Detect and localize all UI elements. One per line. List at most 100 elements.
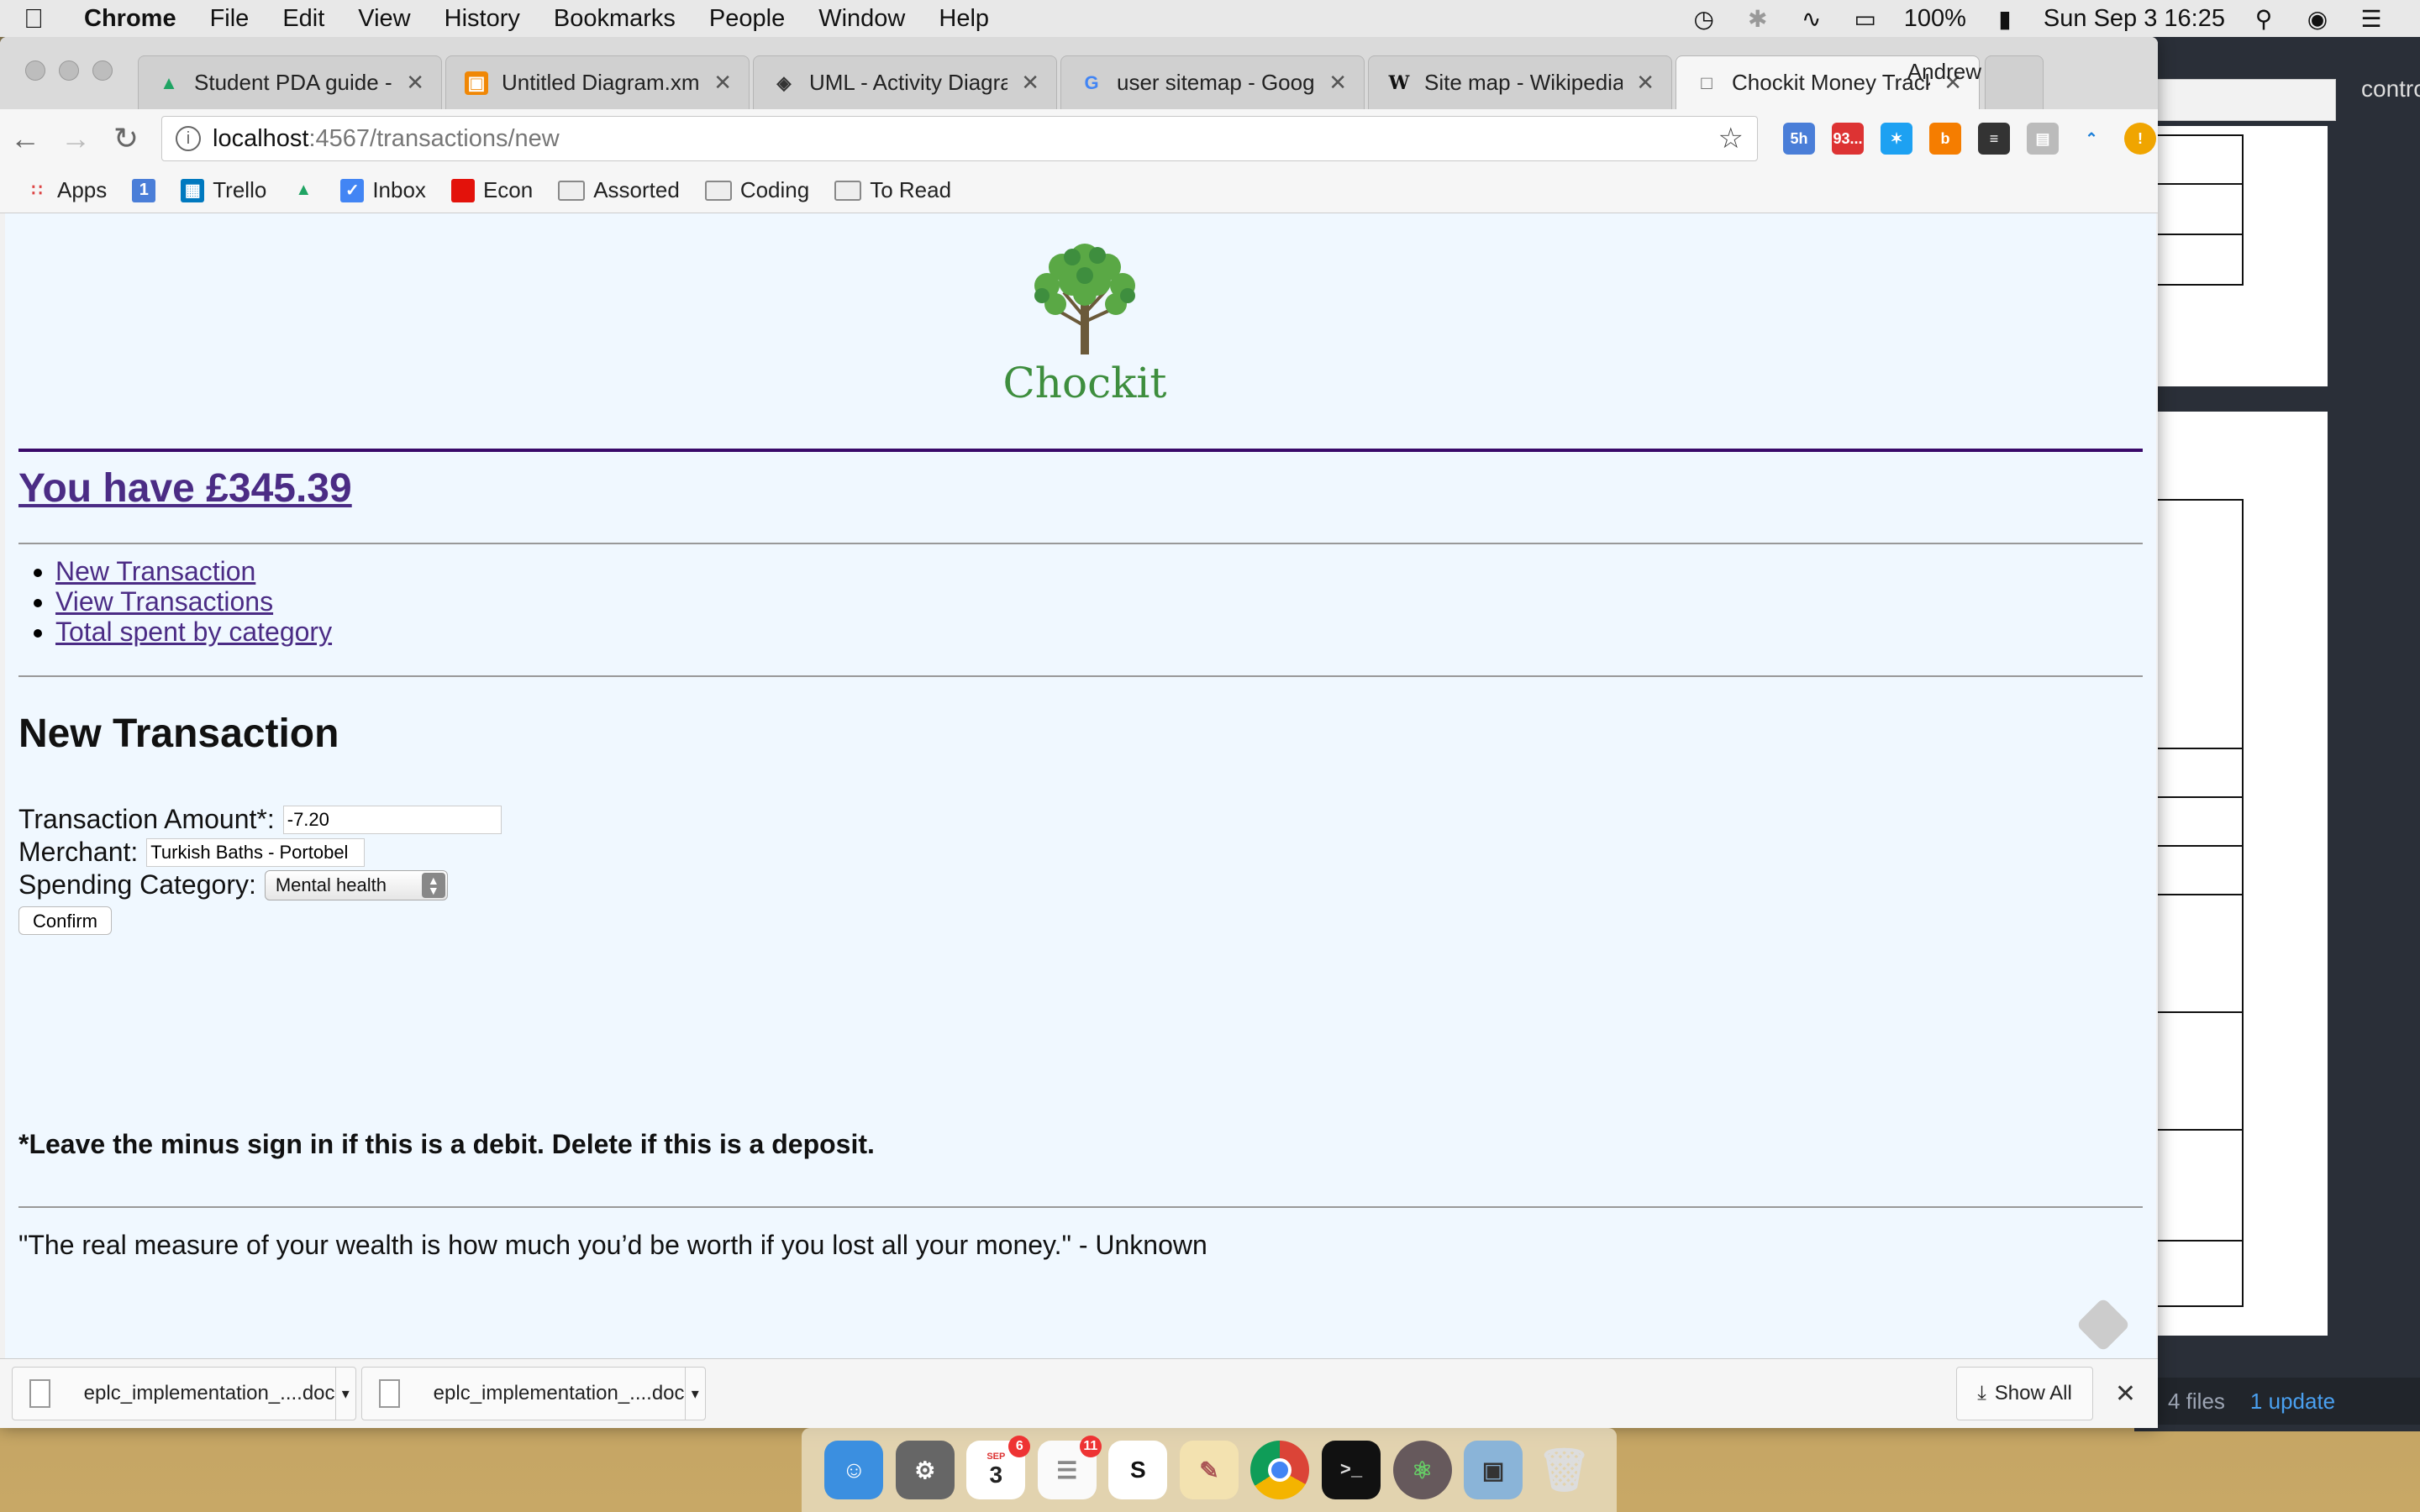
spotlight-icon[interactable]: ⚲: [2249, 6, 2279, 32]
bookmark-apps[interactable]: ∷ Apps: [25, 177, 108, 203]
menubar-status-area: ◷ ✱ ∿ ▭ 100% ▮ Sun Sep 3 16:25 ⚲ ◉ ☰: [1689, 5, 2420, 33]
tab-student-pda-guide[interactable]: ▲ Student PDA guide - G ✕: [138, 55, 442, 109]
tab-uml-activity-diagram[interactable]: ◈ UML - Activity Diagram ✕: [753, 55, 1057, 109]
new-tab-button[interactable]: [1985, 55, 2044, 109]
notification-center-icon[interactable]: ☰: [2356, 6, 2386, 32]
calendar-extension-icon[interactable]: 5h: [1783, 123, 1815, 155]
system-preferences-icon[interactable]: ⚙: [895, 1441, 955, 1499]
close-tab-icon[interactable]: ✕: [1021, 70, 1039, 96]
finder-icon[interactable]: ☺: [824, 1441, 884, 1499]
editor-update-notice[interactable]: 1 update: [2250, 1389, 2335, 1415]
trash-icon[interactable]: 🗑: [1535, 1441, 1594, 1499]
twitter-icon[interactable]: ✶: [1881, 123, 1912, 155]
menu-view[interactable]: View: [341, 5, 427, 33]
blogger-icon[interactable]: b: [1929, 123, 1961, 155]
clock[interactable]: Sun Sep 3 16:25: [2044, 5, 2225, 33]
wifi-icon[interactable]: ∿: [1797, 6, 1827, 32]
bookmark-folder-to-read[interactable]: To Read: [834, 177, 951, 203]
download-shelf: eplc_implementation_....doc ▾ eplc_imple…: [0, 1358, 2158, 1428]
terminal-icon[interactable]: >_: [1321, 1441, 1381, 1499]
apple-icon[interactable]: : [0, 3, 67, 34]
reload-icon[interactable]: ↻: [101, 121, 151, 156]
url-path: :4567/transactions/new: [308, 124, 560, 152]
show-all-label: Show All: [1994, 1382, 2072, 1404]
show-all-button[interactable]: ⤓ Show All: [1956, 1367, 2093, 1420]
menu-app-name[interactable]: Chrome: [67, 5, 193, 33]
calendar-day: 3: [989, 1462, 1003, 1488]
airplay-icon[interactable]: ▭: [1850, 6, 1881, 32]
menu-bookmarks[interactable]: Bookmarks: [537, 5, 692, 33]
back-arrow-icon[interactable]: ←: [0, 121, 50, 156]
gmail-extension-icon[interactable]: 93...: [1832, 123, 1864, 155]
tab-site-map-wikipedia[interactable]: W Site map - Wikipedia ✕: [1368, 55, 1672, 109]
bookmark-econ[interactable]: Econ: [450, 177, 533, 203]
category-select[interactable]: Mental health ▲ ▼: [264, 869, 448, 900]
confirm-button[interactable]: Confirm: [18, 906, 113, 935]
bookmark-star-icon[interactable]: ☆: [1718, 122, 1744, 155]
download-item[interactable]: eplc_implementation_....doc ▾: [361, 1367, 706, 1420]
arc-extension-icon[interactable]: ⌃: [2075, 123, 2107, 155]
profile-name[interactable]: Andrew: [1907, 59, 1981, 85]
close-tab-icon[interactable]: ✕: [406, 70, 424, 96]
chevron-down-icon[interactable]: ▾: [684, 1368, 705, 1420]
editor-file-count[interactable]: 4 files: [2168, 1389, 2225, 1415]
battery-icon[interactable]: ▮: [1990, 6, 2020, 32]
page-icon: □: [1701, 71, 1712, 93]
bookmark-calendar[interactable]: 1: [132, 178, 156, 202]
tab-user-sitemap-google[interactable]: G user sitemap - Google ✕: [1060, 55, 1365, 109]
tab-untitled-diagram[interactable]: ▣ Untitled Diagram.xml - ✕: [445, 55, 750, 109]
chrome-icon[interactable]: [1250, 1441, 1310, 1499]
address-bar[interactable]: i localhost :4567/transactions/new ☆: [161, 116, 1758, 161]
bookmark-trello[interactable]: ▦ Trello: [181, 177, 266, 203]
bluetooth-icon[interactable]: ✱: [1743, 6, 1773, 32]
macos-menubar:  Chrome File Edit View History Bookmark…: [0, 0, 2420, 37]
folder-icon: [704, 180, 732, 201]
clipboard-icon[interactable]: ▤: [2027, 123, 2059, 155]
alert-extension-icon[interactable]: !: [2124, 123, 2156, 155]
bookmark-folder-assorted[interactable]: Assorted: [558, 177, 680, 203]
calendar-app-icon[interactable]: SEP 3 6: [966, 1436, 1031, 1499]
siri-icon[interactable]: ◉: [2302, 6, 2333, 32]
merchant-input[interactable]: [146, 837, 366, 867]
close-tab-icon[interactable]: ✕: [713, 70, 732, 96]
menu-people[interactable]: People: [692, 5, 802, 33]
bookmark-inbox[interactable]: ✓ Inbox: [340, 177, 426, 203]
zoom-window-button[interactable]: [92, 60, 113, 81]
close-icon[interactable]: ✕: [2115, 1379, 2136, 1409]
atom-icon[interactable]: ⚛: [1392, 1441, 1452, 1499]
menu-file[interactable]: File: [193, 5, 266, 33]
feedly-icon[interactable]: [2075, 1297, 2131, 1352]
nav-new-transaction-link[interactable]: New Transaction: [55, 556, 255, 586]
balance-link[interactable]: You have £345.39: [18, 465, 352, 512]
close-tab-icon[interactable]: ✕: [1636, 70, 1655, 96]
minimize-window-button[interactable]: [59, 60, 79, 81]
divider: [18, 675, 2143, 677]
scrivener-icon[interactable]: S: [1108, 1441, 1168, 1499]
menu-history[interactable]: History: [428, 5, 537, 33]
download-item[interactable]: eplc_implementation_....doc ▾: [12, 1367, 356, 1420]
calendar-month: SEP: [986, 1452, 1006, 1462]
bookmark-folder-coding[interactable]: Coding: [704, 177, 809, 203]
chevron-down-icon[interactable]: ▾: [334, 1368, 355, 1420]
menu-help[interactable]: Help: [922, 5, 1006, 33]
nav-item: View Transactions: [55, 586, 332, 617]
nav-view-transactions-link[interactable]: View Transactions: [55, 586, 273, 617]
time-machine-icon[interactable]: ◷: [1689, 6, 1719, 32]
divider: [18, 543, 2143, 544]
bookmark-label: Assorted: [593, 177, 680, 202]
forward-arrow-icon[interactable]: →: [50, 121, 101, 156]
menu-window[interactable]: Window: [802, 5, 922, 33]
preview-icon[interactable]: ▣: [1464, 1441, 1523, 1499]
textedit-icon[interactable]: ✎: [1179, 1441, 1239, 1499]
menu-edit[interactable]: Edit: [266, 5, 341, 33]
info-icon[interactable]: i: [176, 126, 201, 151]
buffer-icon[interactable]: ≡: [1978, 123, 2010, 155]
battery-percent[interactable]: 100%: [1904, 5, 1966, 33]
reminders-icon[interactable]: ☰ 11: [1037, 1436, 1102, 1499]
close-tab-icon[interactable]: ✕: [1328, 70, 1347, 96]
close-window-button[interactable]: [25, 60, 45, 81]
bookmark-drive[interactable]: ▲: [292, 179, 315, 202]
nav-total-by-category-link[interactable]: Total spent by category: [55, 617, 332, 647]
site-logo[interactable]: Chockit: [997, 234, 1173, 407]
amount-input[interactable]: [282, 805, 502, 834]
